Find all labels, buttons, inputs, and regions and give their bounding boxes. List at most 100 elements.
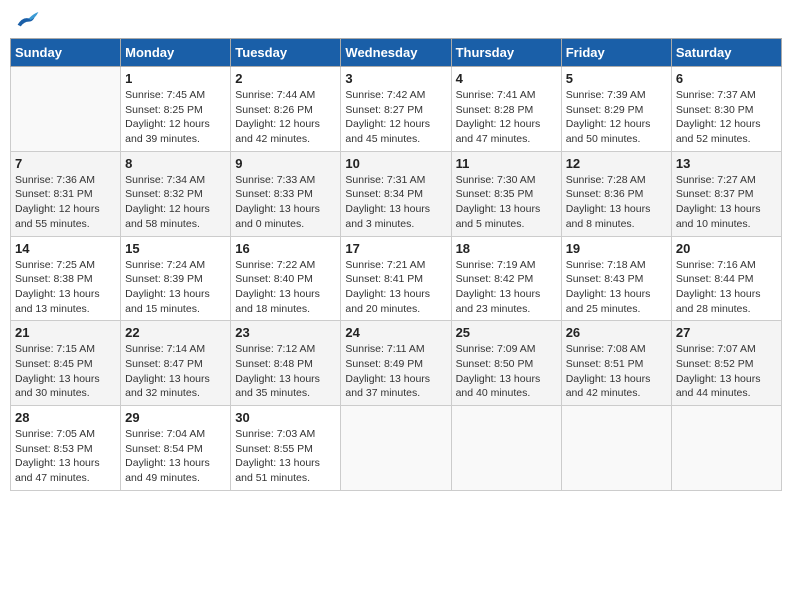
day-number: 4 <box>456 71 557 86</box>
calendar-week-row: 28 Sunrise: 7:05 AM Sunset: 8:53 PM Dayli… <box>11 406 782 491</box>
day-info: Sunrise: 7:45 AM Sunset: 8:25 PM Dayligh… <box>125 88 226 147</box>
day-info: Sunrise: 7:34 AM Sunset: 8:32 PM Dayligh… <box>125 173 226 232</box>
day-number: 25 <box>456 325 557 340</box>
day-number: 3 <box>345 71 446 86</box>
day-number: 13 <box>676 156 777 171</box>
calendar-cell: 19Sunrise: 7:18 AM Sunset: 8:43 PM Dayli… <box>561 236 671 321</box>
day-info: Sunrise: 7:24 AM Sunset: 8:39 PM Dayligh… <box>125 258 226 317</box>
calendar-cell: 29 Sunrise: 7:04 AM Sunset: 8:54 PM Dayli… <box>121 406 231 491</box>
calendar-cell: 16Sunrise: 7:22 AM Sunset: 8:40 PM Dayli… <box>231 236 341 321</box>
calendar-week-row: 14 Sunrise: 7:25 AM Sunset: 8:38 PM Dayli… <box>11 236 782 321</box>
day-info: Sunrise: 7:27 AM Sunset: 8:37 PM Dayligh… <box>676 173 777 232</box>
calendar-cell: 25 Sunrise: 7:09 AM Sunset: 8:50 PM Dayli… <box>451 321 561 406</box>
day-info: Sunrise: 7:09 AM Sunset: 8:50 PM Dayligh… <box>456 342 557 401</box>
day-number: 10 <box>345 156 446 171</box>
day-number: 26 <box>566 325 667 340</box>
logo-bird-icon <box>16 10 40 30</box>
day-info: Sunrise: 7:11 AM Sunset: 8:49 PM Dayligh… <box>345 342 446 401</box>
calendar-cell: 28 Sunrise: 7:05 AM Sunset: 8:53 PM Dayli… <box>11 406 121 491</box>
day-info: Sunrise: 7:05 AM Sunset: 8:53 PM Dayligh… <box>15 427 116 486</box>
calendar-cell: 15 Sunrise: 7:24 AM Sunset: 8:39 PM Dayli… <box>121 236 231 321</box>
day-info: Sunrise: 7:37 AM Sunset: 8:30 PM Dayligh… <box>676 88 777 147</box>
day-info: Sunrise: 7:22 AM Sunset: 8:40 PM Dayligh… <box>235 258 336 317</box>
calendar-cell <box>341 406 451 491</box>
calendar-cell: 6 Sunrise: 7:37 AM Sunset: 8:30 PM Daylig… <box>671 67 781 152</box>
day-number: 1 <box>125 71 226 86</box>
day-info: Sunrise: 7:42 AM Sunset: 8:27 PM Dayligh… <box>345 88 446 147</box>
day-number: 17 <box>345 241 446 256</box>
day-info: Sunrise: 7:36 AM Sunset: 8:31 PM Dayligh… <box>15 173 116 232</box>
day-info: Sunrise: 7:15 AM Sunset: 8:45 PM Dayligh… <box>15 342 116 401</box>
calendar-cell: 5 Sunrise: 7:39 AM Sunset: 8:29 PM Daylig… <box>561 67 671 152</box>
calendar-cell: 7Sunrise: 7:36 AM Sunset: 8:31 PM Daylig… <box>11 151 121 236</box>
day-number: 21 <box>15 325 116 340</box>
calendar-cell <box>671 406 781 491</box>
logo <box>14 10 40 30</box>
weekday-header-row: SundayMondayTuesdayWednesdayThursdayFrid… <box>11 39 782 67</box>
calendar-cell <box>11 67 121 152</box>
day-info: Sunrise: 7:08 AM Sunset: 8:51 PM Dayligh… <box>566 342 667 401</box>
day-number: 11 <box>456 156 557 171</box>
calendar-cell: 18Sunrise: 7:19 AM Sunset: 8:42 PM Dayli… <box>451 236 561 321</box>
day-info: Sunrise: 7:39 AM Sunset: 8:29 PM Dayligh… <box>566 88 667 147</box>
day-number: 9 <box>235 156 336 171</box>
calendar-week-row: 7Sunrise: 7:36 AM Sunset: 8:31 PM Daylig… <box>11 151 782 236</box>
calendar-cell: 1 Sunrise: 7:45 AM Sunset: 8:25 PM Daylig… <box>121 67 231 152</box>
day-info: Sunrise: 7:44 AM Sunset: 8:26 PM Dayligh… <box>235 88 336 147</box>
day-number: 6 <box>676 71 777 86</box>
day-number: 23 <box>235 325 336 340</box>
day-info: Sunrise: 7:30 AM Sunset: 8:35 PM Dayligh… <box>456 173 557 232</box>
day-info: Sunrise: 7:41 AM Sunset: 8:28 PM Dayligh… <box>456 88 557 147</box>
calendar-cell: 30Sunrise: 7:03 AM Sunset: 8:55 PM Dayli… <box>231 406 341 491</box>
day-info: Sunrise: 7:04 AM Sunset: 8:54 PM Dayligh… <box>125 427 226 486</box>
weekday-header-sunday: Sunday <box>11 39 121 67</box>
calendar-cell: 27 Sunrise: 7:07 AM Sunset: 8:52 PM Dayli… <box>671 321 781 406</box>
calendar-cell: 26 Sunrise: 7:08 AM Sunset: 8:51 PM Dayli… <box>561 321 671 406</box>
day-info: Sunrise: 7:14 AM Sunset: 8:47 PM Dayligh… <box>125 342 226 401</box>
page-header <box>10 10 782 30</box>
calendar-cell: 24 Sunrise: 7:11 AM Sunset: 8:49 PM Dayli… <box>341 321 451 406</box>
weekday-header-wednesday: Wednesday <box>341 39 451 67</box>
calendar-cell: 11 Sunrise: 7:30 AM Sunset: 8:35 PM Dayli… <box>451 151 561 236</box>
calendar-cell: 10 Sunrise: 7:31 AM Sunset: 8:34 PM Dayli… <box>341 151 451 236</box>
calendar-cell: 12Sunrise: 7:28 AM Sunset: 8:36 PM Dayli… <box>561 151 671 236</box>
day-number: 24 <box>345 325 446 340</box>
calendar-cell: 8 Sunrise: 7:34 AM Sunset: 8:32 PM Daylig… <box>121 151 231 236</box>
calendar-cell: 9 Sunrise: 7:33 AM Sunset: 8:33 PM Daylig… <box>231 151 341 236</box>
calendar-cell: 2 Sunrise: 7:44 AM Sunset: 8:26 PM Daylig… <box>231 67 341 152</box>
day-number: 20 <box>676 241 777 256</box>
day-number: 28 <box>15 410 116 425</box>
day-number: 30 <box>235 410 336 425</box>
calendar-cell <box>451 406 561 491</box>
calendar-week-row: 21 Sunrise: 7:15 AM Sunset: 8:45 PM Dayli… <box>11 321 782 406</box>
day-number: 19 <box>566 241 667 256</box>
weekday-header-friday: Friday <box>561 39 671 67</box>
day-info: Sunrise: 7:19 AM Sunset: 8:42 PM Dayligh… <box>456 258 557 317</box>
calendar-cell: 4 Sunrise: 7:41 AM Sunset: 8:28 PM Daylig… <box>451 67 561 152</box>
weekday-header-saturday: Saturday <box>671 39 781 67</box>
calendar-cell: 14 Sunrise: 7:25 AM Sunset: 8:38 PM Dayli… <box>11 236 121 321</box>
calendar-cell: 23 Sunrise: 7:12 AM Sunset: 8:48 PM Dayli… <box>231 321 341 406</box>
day-info: Sunrise: 7:25 AM Sunset: 8:38 PM Dayligh… <box>15 258 116 317</box>
calendar-table: SundayMondayTuesdayWednesdayThursdayFrid… <box>10 38 782 491</box>
day-number: 14 <box>15 241 116 256</box>
day-number: 8 <box>125 156 226 171</box>
weekday-header-monday: Monday <box>121 39 231 67</box>
day-number: 27 <box>676 325 777 340</box>
calendar-week-row: 1 Sunrise: 7:45 AM Sunset: 8:25 PM Daylig… <box>11 67 782 152</box>
day-info: Sunrise: 7:21 AM Sunset: 8:41 PM Dayligh… <box>345 258 446 317</box>
calendar-cell: 22Sunrise: 7:14 AM Sunset: 8:47 PM Dayli… <box>121 321 231 406</box>
weekday-header-tuesday: Tuesday <box>231 39 341 67</box>
day-info: Sunrise: 7:31 AM Sunset: 8:34 PM Dayligh… <box>345 173 446 232</box>
day-info: Sunrise: 7:07 AM Sunset: 8:52 PM Dayligh… <box>676 342 777 401</box>
calendar-cell: 3 Sunrise: 7:42 AM Sunset: 8:27 PM Daylig… <box>341 67 451 152</box>
weekday-header-thursday: Thursday <box>451 39 561 67</box>
day-number: 5 <box>566 71 667 86</box>
day-number: 15 <box>125 241 226 256</box>
day-info: Sunrise: 7:16 AM Sunset: 8:44 PM Dayligh… <box>676 258 777 317</box>
day-number: 2 <box>235 71 336 86</box>
calendar-cell: 17 Sunrise: 7:21 AM Sunset: 8:41 PM Dayli… <box>341 236 451 321</box>
day-number: 29 <box>125 410 226 425</box>
day-info: Sunrise: 7:12 AM Sunset: 8:48 PM Dayligh… <box>235 342 336 401</box>
day-info: Sunrise: 7:33 AM Sunset: 8:33 PM Dayligh… <box>235 173 336 232</box>
